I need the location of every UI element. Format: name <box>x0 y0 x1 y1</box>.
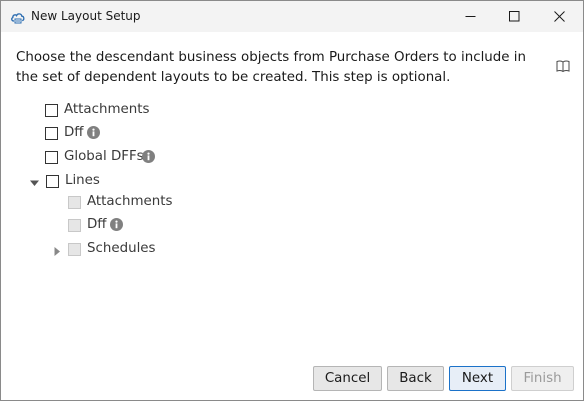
tree-node-label: Dff <box>87 217 107 232</box>
tree-node-label: Lines <box>65 173 100 188</box>
tree-node-label: Schedules <box>87 241 156 256</box>
close-icon <box>554 11 565 22</box>
info-icon[interactable] <box>110 218 123 231</box>
tree-node-label: Attachments <box>87 194 173 209</box>
tree-node-lines-attachments[interactable]: Attachments <box>68 194 178 214</box>
checkbox[interactable] <box>46 175 59 188</box>
book-icon[interactable] <box>556 58 570 73</box>
minimize-button[interactable] <box>449 1 493 32</box>
window-title: New Layout Setup <box>31 9 141 23</box>
minimize-icon <box>465 16 476 17</box>
tree-node-label: Global DFFs <box>64 149 144 164</box>
back-button[interactable]: Back <box>387 366 444 391</box>
tree-node-lines[interactable]: Lines <box>29 173 109 193</box>
maximize-button[interactable] <box>493 1 537 32</box>
checkbox[interactable] <box>45 127 58 140</box>
new-layout-setup-dialog: New Layout Setup Choose the descendant b… <box>0 0 584 401</box>
checkbox[interactable] <box>68 219 81 232</box>
cloud-app-icon <box>10 9 26 25</box>
maximize-icon <box>509 11 520 22</box>
tree-node-label: Dff <box>64 125 84 140</box>
cancel-button[interactable]: Cancel <box>313 366 382 391</box>
tree-node-attachments[interactable]: Attachments <box>45 102 165 122</box>
next-button[interactable]: Next <box>449 366 506 391</box>
tree-node-schedules[interactable]: Schedules <box>52 241 162 261</box>
checkbox[interactable] <box>45 104 58 117</box>
finish-button[interactable]: Finish <box>511 366 574 391</box>
instructions-text: Choose the descendant business objects f… <box>16 50 526 85</box>
expanded-arrow-icon[interactable] <box>29 175 41 188</box>
tree-node-lines-dff[interactable]: Dff <box>68 217 138 237</box>
tree-node-dff[interactable]: Dff <box>45 125 125 145</box>
checkbox[interactable] <box>68 196 81 209</box>
checkbox[interactable] <box>45 151 58 164</box>
tree-node-label: Attachments <box>64 102 150 117</box>
info-icon[interactable] <box>142 150 155 163</box>
tree-node-global-dffs[interactable]: Global DFFs <box>45 149 165 169</box>
title-bar[interactable]: New Layout Setup <box>1 1 583 32</box>
collapsed-arrow-icon[interactable] <box>52 243 64 256</box>
checkbox[interactable] <box>68 243 81 256</box>
info-icon[interactable] <box>87 126 100 139</box>
close-button[interactable] <box>538 1 582 32</box>
